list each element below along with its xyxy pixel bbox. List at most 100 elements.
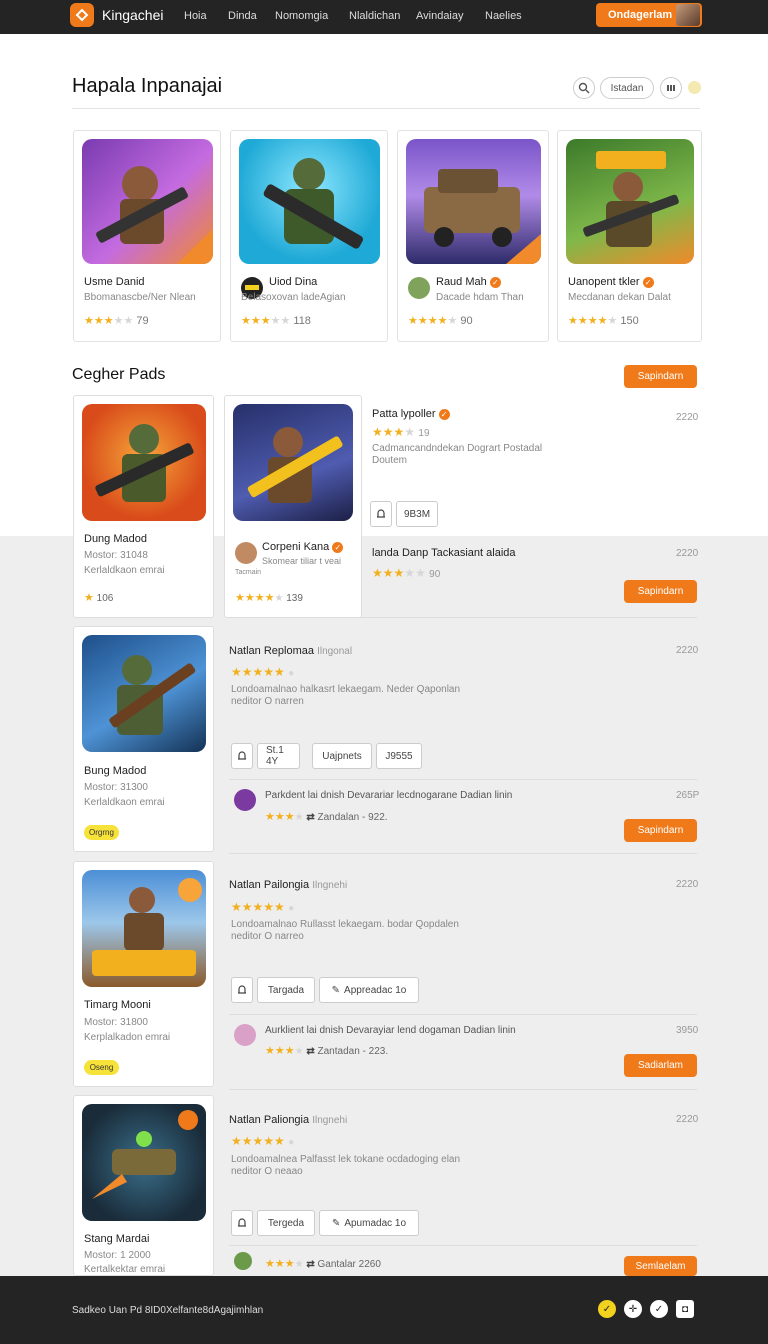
row-description: Doutem bbox=[372, 455, 408, 466]
card-meta: Mostor: 31300 bbox=[84, 782, 148, 793]
nav-item-4[interactable]: Nlaldichan bbox=[349, 10, 400, 22]
bell-icon[interactable] bbox=[231, 743, 253, 769]
instagram-icon[interactable]: ◘ bbox=[676, 1300, 694, 1318]
comment-meta: ★★★★ ⇄ Gantalar 2260 bbox=[265, 1258, 381, 1270]
filter-pill[interactable]: Istadan bbox=[600, 77, 654, 99]
card-title: Timarg Mooni bbox=[84, 999, 151, 1011]
bell-icon[interactable] bbox=[231, 1210, 253, 1236]
game-thumbnail bbox=[239, 139, 380, 264]
row-description: Londoamalnao Rullasst lekaegam. bodar Qo… bbox=[231, 919, 459, 930]
row-description: neditor O neaao bbox=[231, 1166, 303, 1177]
row-title: Patta lypoller ✓ bbox=[372, 408, 450, 420]
author-avatar bbox=[408, 277, 430, 299]
row-divider bbox=[229, 1014, 697, 1015]
twitter-icon[interactable]: ✓ bbox=[650, 1300, 668, 1318]
footer: Sadkeo Uan Pd 8ID0Xelfante8dAgajimhlan ✓… bbox=[0, 1276, 768, 1344]
game-thumbnail bbox=[82, 404, 206, 521]
row-button-group: 9B3M bbox=[370, 501, 438, 527]
row-button[interactable]: Tergeda bbox=[257, 1210, 315, 1236]
commenter-avatar bbox=[234, 789, 256, 811]
search-icon[interactable] bbox=[573, 77, 595, 99]
row-button[interactable]: St.1 4Y bbox=[257, 743, 300, 769]
commenter-avatar bbox=[234, 1024, 256, 1046]
comment-meta: ★★★★ ⇄ Zandalan - 922. bbox=[265, 811, 388, 823]
card-meta: Kerlaldkaon emrai bbox=[84, 797, 165, 808]
row-number: 3950 bbox=[676, 1025, 699, 1036]
reply-icon[interactable]: ⇄ bbox=[306, 1259, 314, 1270]
status-tag: Orgrng bbox=[84, 825, 119, 840]
reply-icon[interactable]: ⇄ bbox=[306, 812, 314, 823]
game-card[interactable]: Timarg Mooni Mostor: 31800 Kerplalkadon … bbox=[73, 861, 214, 1087]
game-title: Uanopent tkler ✓ bbox=[568, 276, 654, 288]
row-button[interactable]: Targada bbox=[257, 977, 315, 1003]
featured-card[interactable]: Raud Mah ✓ Dacade hdam Than ★★★★★ 90 bbox=[397, 130, 549, 342]
card-title: Stang Mardai bbox=[84, 1233, 150, 1245]
row-number: 265P bbox=[676, 790, 700, 801]
share-icon[interactable]: ✛ bbox=[624, 1300, 642, 1318]
row-number: 2220 bbox=[676, 1114, 699, 1125]
game-title: Usme Danid bbox=[84, 276, 145, 288]
game-card[interactable]: Dung Madod Mostor: 31048 Kerlaldkaon emr… bbox=[73, 395, 214, 618]
row-rating: ★★★★★ ● bbox=[231, 900, 295, 914]
featured-card[interactable]: Uiod Dina Belasoxovan ladeAgian ★★★★★ 11… bbox=[230, 130, 388, 342]
section-action-button[interactable]: Sapindarn bbox=[624, 365, 697, 388]
nav-item-5[interactable]: Avindaiay bbox=[416, 10, 464, 22]
game-card[interactable]: Stang Mardai Mostor: 1 2000 Kertalkektar… bbox=[73, 1095, 214, 1276]
row-action-button[interactable]: Semlaelam bbox=[624, 1256, 697, 1276]
featured-card[interactable]: Usme Danid Bbomanascbe/Ner Nlean ★★★★★ 7… bbox=[73, 130, 221, 342]
status-tag: Oseng bbox=[84, 1060, 119, 1075]
reply-icon[interactable]: ⇄ bbox=[306, 1046, 314, 1057]
row-action-button[interactable]: Sapindarn bbox=[624, 819, 697, 842]
game-thumbnail bbox=[82, 139, 213, 264]
brand-name[interactable]: Kingachei bbox=[102, 7, 164, 23]
bell-icon[interactable] bbox=[231, 977, 253, 1003]
social-icon[interactable]: ✓ bbox=[598, 1300, 616, 1318]
page-title: Hapala Inpanajai bbox=[72, 75, 223, 97]
row-action-button[interactable]: Sapindarn bbox=[624, 580, 697, 603]
game-subtitle: Bbomanascbe/Ner Nlean bbox=[84, 292, 196, 303]
nav-item-6[interactable]: Naelies bbox=[485, 10, 522, 22]
row-button[interactable]: ✎ Apumadac 1o bbox=[319, 1210, 419, 1236]
featured-card[interactable]: Uanopent tkler ✓ Mecdanan dekan Dalat ★★… bbox=[557, 130, 702, 342]
footer-text: Sadkeo Uan Pd 8ID0Xelfante8dAgajimhlan bbox=[72, 1305, 264, 1316]
comment-text: Parkdent lai dnish Devarariar lecdnogara… bbox=[265, 790, 513, 801]
row-description: Londoamalnea Palfasst lek tokane ocdadog… bbox=[231, 1154, 461, 1165]
card-meta: Kertalkektar emrai bbox=[84, 1264, 166, 1275]
bell-icon[interactable] bbox=[370, 501, 392, 527]
game-thumbnail bbox=[82, 870, 206, 987]
row-description: neditor O narreo bbox=[231, 931, 304, 942]
user-avatar[interactable] bbox=[676, 4, 700, 26]
settings-icon[interactable] bbox=[660, 77, 682, 99]
row-description: neditor O narren bbox=[231, 696, 304, 707]
section-title: Cegher Pads bbox=[72, 366, 166, 383]
comment-meta: ★★★★ ⇄ Zantadan - 223. bbox=[265, 1045, 389, 1057]
pencil-icon: ✎ bbox=[331, 1217, 341, 1229]
row-action-button[interactable]: 9B3M bbox=[396, 501, 438, 527]
game-thumbnail bbox=[82, 635, 206, 752]
game-card[interactable]: Corpeni Kana ✓ Skomear tiliar t veai Tac… bbox=[224, 395, 362, 618]
nav-item-2[interactable]: Dinda bbox=[228, 10, 257, 22]
rating: ★★★★★ 90 bbox=[408, 315, 473, 327]
top-navbar: Kingachei Hoia Dinda Nomomgia Nlaldichan… bbox=[0, 0, 768, 34]
row-rating: ★★★★★ ● bbox=[231, 665, 295, 679]
verified-icon: ✓ bbox=[489, 276, 501, 288]
row-divider bbox=[229, 779, 697, 780]
row-description: Cadmancandndekan Dogrart Postadal bbox=[372, 443, 543, 454]
row-action-button[interactable]: Sadiarlam bbox=[624, 1054, 697, 1077]
game-card[interactable]: Bung Madod Mostor: 31300 Kerlaldkaon emr… bbox=[73, 626, 214, 852]
row-button[interactable]: ✎ Appreadac 1o bbox=[319, 977, 419, 1003]
card-meta: Kerplalkadon emrai bbox=[84, 1032, 171, 1043]
comment-text: Aurklient lai dnish Devarayiar lend doga… bbox=[265, 1025, 516, 1036]
game-title: Raud Mah ✓ bbox=[436, 276, 501, 288]
row-title: Natlan Pailongia Ilngnehi bbox=[229, 879, 348, 891]
nav-item-1[interactable]: Hoia bbox=[184, 10, 207, 22]
row-button[interactable]: J9555 bbox=[376, 743, 422, 769]
card-title: Corpeni Kana ✓ bbox=[262, 541, 344, 553]
card-meta: Tacmain bbox=[235, 569, 262, 576]
nav-item-3[interactable]: Nomomgia bbox=[275, 10, 328, 22]
rating: ★★★★★ 79 bbox=[84, 315, 149, 327]
logo-icon[interactable] bbox=[70, 3, 94, 27]
pencil-icon: ✎ bbox=[331, 984, 341, 996]
row-divider bbox=[229, 853, 697, 854]
row-button[interactable]: Uajpnets bbox=[312, 743, 372, 769]
